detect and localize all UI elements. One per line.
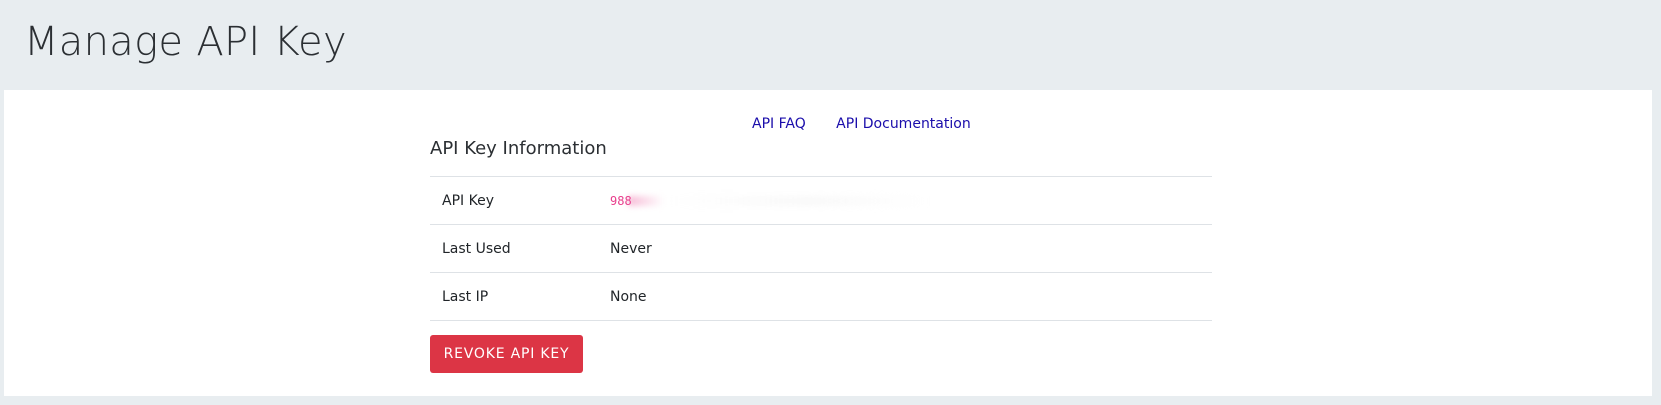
api-key-value-cell: 988 — [598, 176, 1212, 225]
table-row: Last Used Never — [430, 224, 1212, 273]
help-links: API FAQ API Documentation — [752, 116, 997, 132]
last-ip-value: None — [598, 272, 1212, 321]
table-row: API Key 988 — [430, 176, 1212, 225]
api-faq-link[interactable]: API FAQ — [752, 116, 806, 132]
last-ip-label: Last IP — [430, 272, 598, 321]
api-key-label: API Key — [430, 176, 598, 225]
table-row: Last IP None — [430, 272, 1212, 321]
api-documentation-link[interactable]: API Documentation — [836, 116, 971, 132]
api-key-info-table: API Key 988 Last Used Never Last IP None — [430, 176, 1212, 321]
api-key-redaction — [627, 195, 928, 206]
api-key-panel: API FAQ API Documentation API Key Inform… — [4, 90, 1652, 396]
revoke-api-key-button[interactable]: REVOKE API KEY — [430, 335, 583, 373]
last-used-label: Last Used — [430, 224, 598, 273]
last-used-value: Never — [598, 224, 1212, 273]
page-title: Manage API Key — [24, 19, 347, 65]
page-header: Manage API Key — [4, 4, 1657, 90]
section-title: API Key Information — [430, 138, 607, 159]
